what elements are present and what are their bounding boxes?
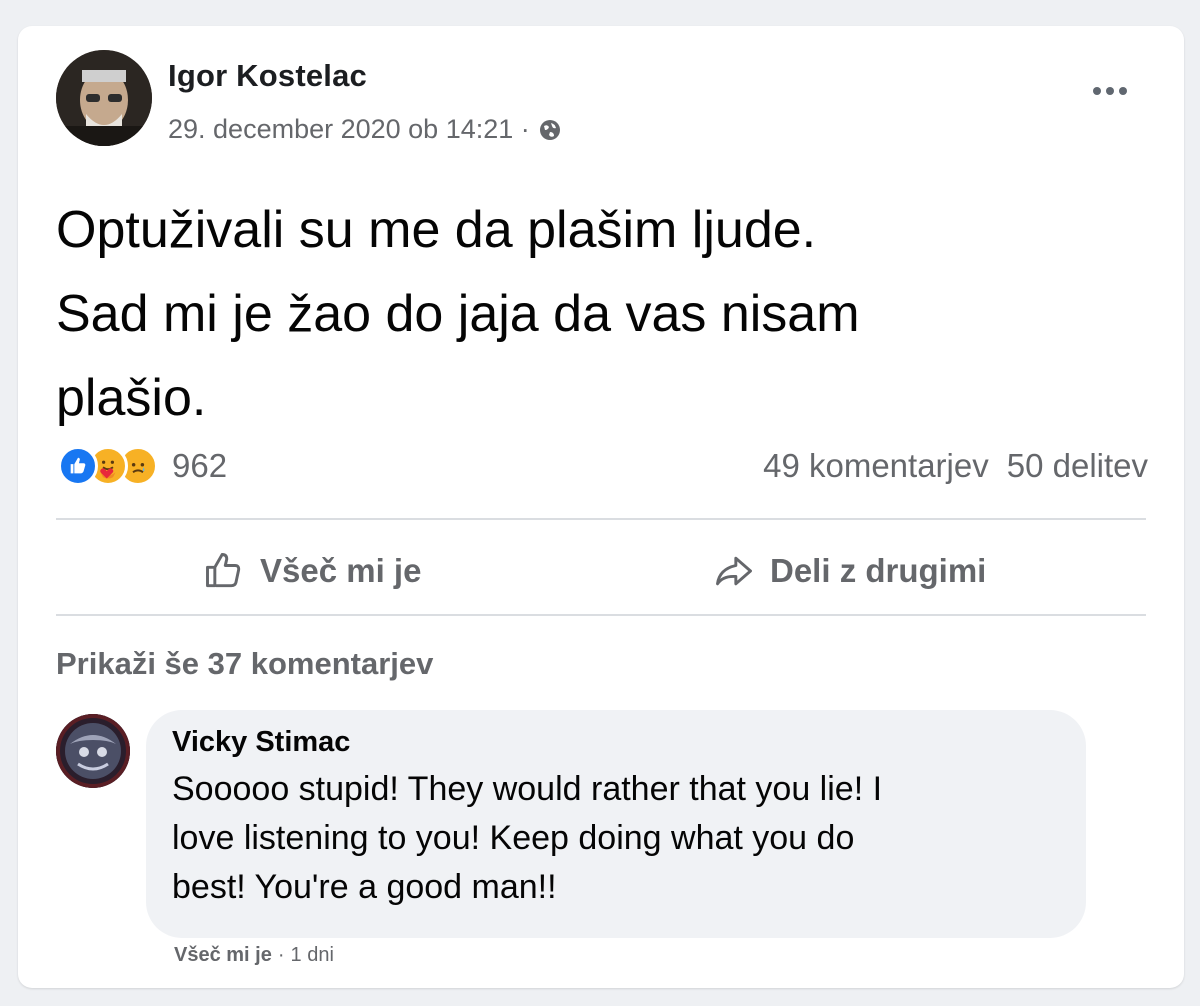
comment-time[interactable]: 1 dni	[291, 944, 334, 967]
post-text: Optuživali su me da plašim ljude. Sad mi…	[56, 188, 1156, 440]
thumbs-up-icon	[206, 553, 241, 588]
post-text-line: plašio.	[56, 369, 207, 427]
reaction-count: 962	[172, 447, 228, 484]
commenter-photo	[56, 714, 130, 788]
post-author-name[interactable]: Igor Kostelac	[168, 58, 367, 94]
more-options-button[interactable]	[1086, 76, 1134, 106]
comment-like-link[interactable]: Všeč mi je	[174, 944, 272, 967]
comment-text-line: best! You're a good man!!	[172, 868, 557, 906]
post-text-line: Optuživali su me da plašim ljude.	[56, 201, 817, 259]
share-button[interactable]: Deli z drugimi	[712, 546, 986, 596]
more-dot	[1106, 87, 1114, 95]
more-dot	[1093, 87, 1101, 95]
more-dot	[1119, 87, 1127, 95]
like-button-label: Všeč mi je	[260, 552, 422, 589]
share-arrow-icon	[716, 556, 752, 586]
divider	[56, 614, 1146, 616]
comment-text: Sooooo stupid! They would rather that yo…	[172, 765, 1060, 912]
like-button[interactable]: Všeč mi je	[202, 546, 421, 596]
post-card: Igor Kostelac 29. december 2020 ob 14:21…	[18, 26, 1184, 988]
post-timestamp[interactable]: 29. december 2020 ob 14:21 ·	[168, 114, 530, 145]
like-reaction-icon	[58, 446, 98, 486]
commenter-name[interactable]: Vicky Stimac	[172, 726, 1060, 759]
author-avatar[interactable]	[56, 50, 152, 146]
author-photo	[56, 50, 152, 146]
comment-text-line: love listening to you! Keep doing what y…	[172, 819, 855, 857]
comment-bubble: Vicky Stimac Sooooo stupid! They would r…	[146, 710, 1086, 938]
globe-icon[interactable]	[538, 118, 562, 142]
post-stats: 49 komentarjev 50 delitev	[763, 446, 1148, 486]
shares-count[interactable]: 50 delitev	[1007, 447, 1148, 485]
post-text-line: Sad mi je žao do jaja da vas nisam	[56, 285, 860, 343]
comments-count[interactable]: 49 komentarjev	[763, 447, 989, 485]
post-meta: 29. december 2020 ob 14:21 ·	[168, 114, 562, 145]
comment-meta: Všeč mi je · 1 dni	[174, 944, 334, 967]
divider	[56, 518, 1146, 520]
comment-text-line: Sooooo stupid! They would rather that yo…	[172, 770, 883, 808]
share-button-label: Deli z drugimi	[770, 552, 987, 589]
show-more-comments-link[interactable]: Prikaži še 37 komentarjev	[56, 646, 433, 682]
reactions-summary[interactable]: 962	[58, 446, 227, 486]
comment-meta-separator: ·	[277, 944, 285, 966]
commenter-avatar[interactable]	[56, 714, 130, 788]
